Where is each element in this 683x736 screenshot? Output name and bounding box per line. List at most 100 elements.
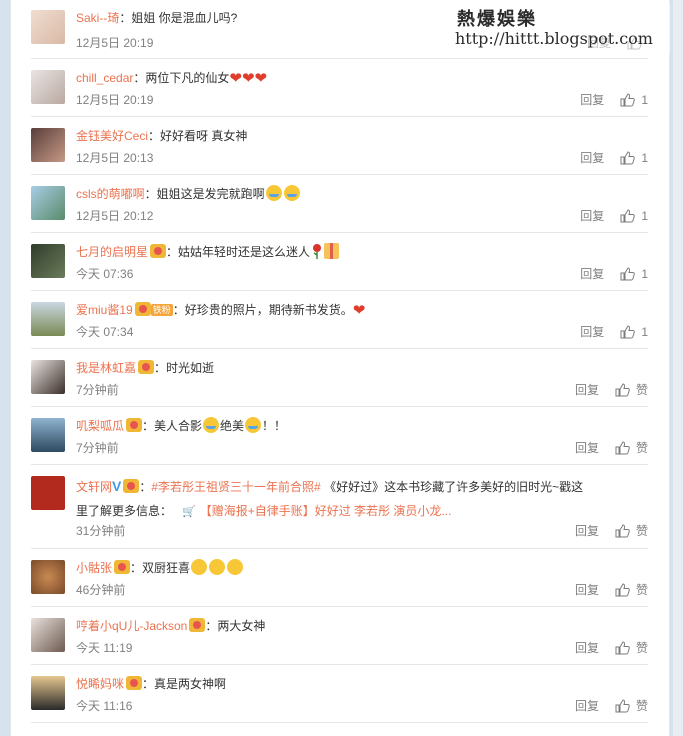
comment-username[interactable]: 我是林虹嘉: [76, 361, 136, 375]
fan-badge-icon: [138, 360, 155, 374]
like-label: 赞: [635, 383, 648, 397]
comment-text: ：姐姐这是发完就跑啊: [144, 187, 265, 201]
thumbs-up-icon: [620, 150, 636, 164]
like-button[interactable]: 赞: [615, 439, 648, 456]
thumbs-up-icon: [615, 382, 630, 396]
comment-username[interactable]: 叽梨呱瓜: [76, 419, 124, 433]
comment-time: 12月5日 20:12: [76, 209, 154, 223]
comment-item: chill_cedar：两位下凡的仙女❤❤❤ 12月5日 20:19 回复 1: [31, 58, 648, 117]
like-count: 1: [641, 92, 648, 107]
crying-laughing-emoji-icon: [265, 185, 282, 201]
like-label: 赞: [635, 583, 648, 597]
like-count: 1: [641, 150, 648, 165]
cart-icon: 🛒: [182, 506, 196, 518]
comment-time: 今天 07:36: [76, 267, 134, 281]
comment-item: 文轩网V ：#李若彤王祖贤三十一年前合照# 《好好过》这本书珍藏了许多美好的旧时光…: [31, 464, 648, 549]
avatar[interactable]: [31, 676, 65, 710]
comment-time: 7分钟前: [76, 383, 119, 397]
comment-username[interactable]: 爱miu酱19: [76, 303, 133, 317]
rose-icon: [313, 244, 322, 259]
reply-button[interactable]: 回复: [580, 149, 604, 166]
comment-time: 7分钟前: [76, 441, 119, 455]
avatar[interactable]: [31, 302, 65, 336]
like-button[interactable]: 1: [620, 209, 648, 223]
avatar[interactable]: [31, 244, 65, 278]
thumbs-up-icon: [620, 92, 636, 106]
like-button[interactable]: 赞: [615, 522, 648, 539]
like-count: 1: [641, 208, 648, 223]
reply-button[interactable]: 回复: [580, 323, 604, 340]
comment-username[interactable]: csls的萌嘟啊: [76, 187, 145, 201]
comment-username[interactable]: 金钰美好Ceci: [76, 129, 148, 143]
comment-item: 金钰美好Ceci：好好看呀 真女神 12月5日 20:13 回复 1: [31, 116, 648, 175]
comment-item: 小骷张 ：双厨狂喜 46分钟前 回复 赞: [31, 548, 648, 607]
reply-button[interactable]: 回复: [580, 265, 604, 282]
reply-button[interactable]: 回复: [580, 91, 604, 108]
comment-text: 绝美: [220, 419, 245, 433]
heart-icon: ❤: [254, 70, 268, 87]
thumbs-up-icon: [620, 324, 636, 338]
reply-button[interactable]: 回复: [575, 697, 599, 714]
comment-time: 12月5日 20:19: [76, 93, 154, 107]
fan-badge-icon: [189, 618, 206, 632]
topic-link[interactable]: #李若彤王祖贤三十一年前合照#: [151, 480, 320, 494]
comment-item: 七月的启明星 ：姑姑年轻时还是这么迷人 今天 07:36 回复 1: [31, 232, 648, 291]
comment-username[interactable]: 悦睎妈咪: [76, 677, 124, 691]
comment-username[interactable]: 小骷张: [76, 561, 112, 575]
comment-username[interactable]: 文轩网: [76, 480, 112, 494]
like-count: 1: [641, 324, 648, 339]
comment-username[interactable]: 七月的启明星: [76, 245, 148, 259]
reply-button[interactable]: 回复: [575, 381, 599, 398]
comment-text: ：两大女神: [205, 619, 266, 633]
avatar[interactable]: [31, 560, 65, 594]
avatar[interactable]: [31, 360, 65, 394]
watermark-title: 熱爆娛樂: [457, 9, 537, 30]
like-button[interactable]: 1: [620, 267, 648, 281]
product-link[interactable]: 【赠海报+自律手账】好好过 李若彤 演员小龙...: [200, 504, 452, 518]
comment-item: 悦睎妈咪 ：真是两女神啊 今天 11:16 回复 赞: [31, 664, 648, 723]
thumbs-up-icon: [615, 640, 630, 654]
reply-button[interactable]: 回复: [580, 207, 604, 224]
like-button[interactable]: 1: [620, 325, 648, 339]
like-button[interactable]: 赞: [615, 639, 648, 656]
thumbs-up-icon: [615, 523, 630, 537]
thumbs-up-icon: [615, 440, 630, 454]
reply-button[interactable]: 回复: [575, 522, 599, 539]
avatar[interactable]: [31, 70, 65, 104]
avatar[interactable]: [31, 186, 65, 220]
reply-button[interactable]: 回复: [575, 639, 599, 656]
avatar[interactable]: [31, 128, 65, 162]
comment-text: ：好好看呀 真女神: [148, 129, 248, 143]
like-button[interactable]: 赞: [615, 697, 648, 714]
comment-username[interactable]: 哼着小qU儿-Jackson: [76, 619, 187, 633]
scrollbar[interactable]: [673, 0, 683, 736]
like-button[interactable]: 赞: [615, 581, 648, 598]
heart-icon: ❤: [241, 70, 255, 87]
like-button[interactable]: 赞: [615, 381, 648, 398]
heart-icon: ❤: [229, 70, 242, 87]
crying-laughing-emoji-icon: [283, 185, 300, 201]
like-button[interactable]: 1: [620, 93, 648, 107]
comment-time: 今天 11:16: [76, 699, 133, 713]
like-button[interactable]: 1: [620, 151, 648, 165]
comment-text: ：两位下凡的仙女: [133, 71, 230, 85]
fan-badge-icon: [114, 560, 131, 574]
reply-button[interactable]: 回复: [575, 581, 599, 598]
comment-time: 12月5日 20:19: [76, 36, 154, 50]
watermark: 熱爆娛樂 http://hittt.blogspot.com: [445, 3, 670, 53]
comment-username[interactable]: chill_cedar: [76, 71, 133, 85]
avatar[interactable]: [31, 10, 65, 44]
watermark-url: http://hittt.blogspot.com: [455, 29, 653, 48]
comment-item: 我是林虹嘉 ：时光如逝 7分钟前 回复 赞: [31, 348, 648, 407]
comment-username[interactable]: Saki--琦: [76, 11, 119, 25]
like-count: 1: [641, 266, 648, 281]
gift-icon: [324, 243, 340, 259]
avatar[interactable]: [31, 618, 65, 652]
comment-time: 31分钟前: [76, 524, 126, 538]
comment-text: ：真是两女神啊: [142, 677, 227, 691]
comment-text: 里了解更多信息：: [76, 504, 173, 518]
reply-button[interactable]: 回复: [575, 439, 599, 456]
avatar[interactable]: [31, 476, 65, 510]
avatar[interactable]: [31, 418, 65, 452]
crying-emoji-icon: [203, 417, 220, 433]
